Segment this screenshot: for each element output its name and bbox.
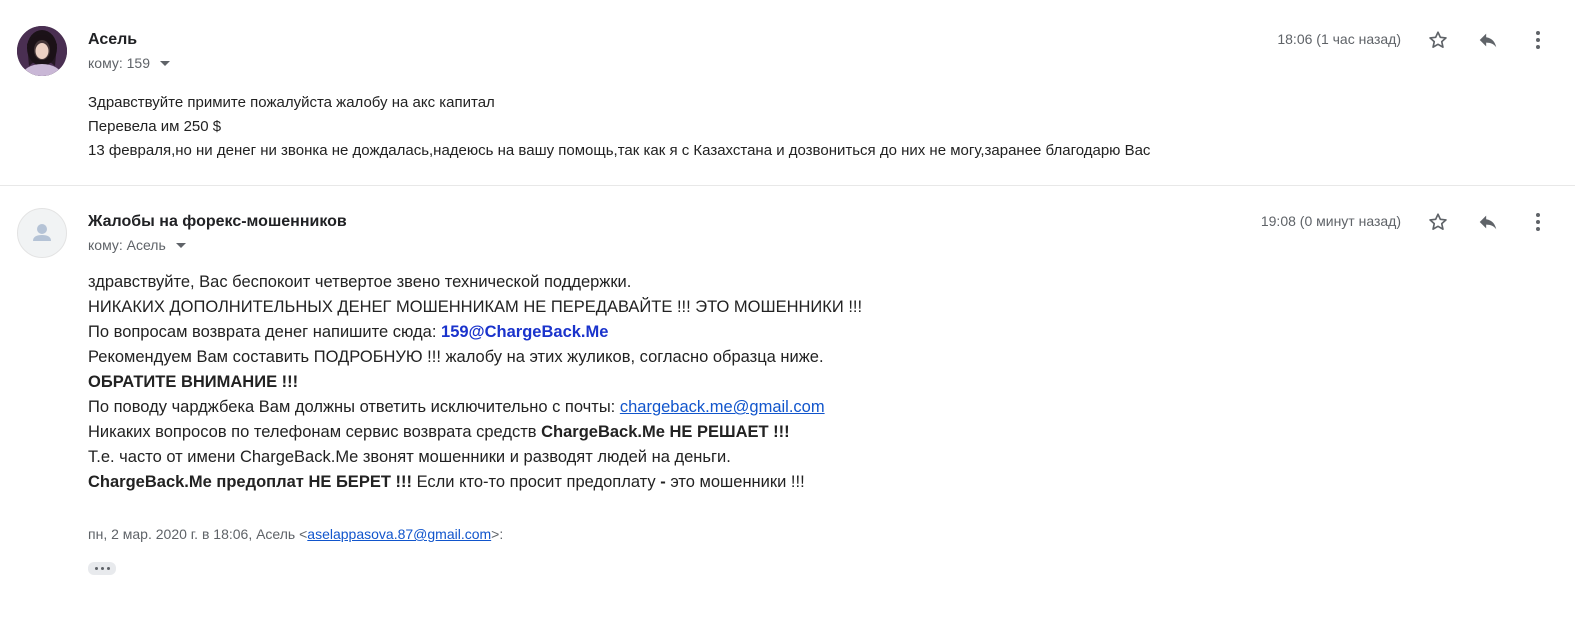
show-trimmed-content-icon[interactable] — [88, 562, 116, 575]
sender-name[interactable]: Жалобы на форекс-мошенников — [88, 213, 347, 231]
message-time: 18:06 (1 час назад) — [1277, 31, 1401, 47]
recipient-details[interactable]: кому: Асель — [88, 237, 186, 253]
avatar-photo-icon — [17, 26, 67, 76]
reply-icon[interactable] — [1476, 28, 1500, 52]
star-icon[interactable] — [1426, 210, 1450, 234]
sender-avatar[interactable] — [17, 26, 67, 76]
default-person-icon — [33, 224, 51, 241]
chargeback-email-link[interactable]: chargeback.me@gmail.com — [620, 398, 825, 416]
more-vert-icon[interactable] — [1526, 28, 1550, 52]
recipient-label: кому: 159 — [88, 55, 150, 71]
body-text: Если кто-то просит предоплату — [411, 473, 661, 491]
chevron-down-icon[interactable] — [160, 60, 170, 66]
body-line: Никаких вопросов по телефонам сервис воз… — [88, 420, 862, 445]
quote-suffix: >: — [491, 526, 504, 542]
message-body: Здравствуйте примите пожалуйста жалобу н… — [88, 91, 1150, 163]
dot — [100, 567, 104, 570]
body-bold-text: ChargeBack.Me НЕ РЕШАЕТ !!! — [541, 423, 790, 441]
reply-icon[interactable] — [1476, 210, 1500, 234]
star-icon[interactable] — [1426, 28, 1450, 52]
body-line: По поводу чарджбека Вам должны ответить … — [88, 395, 862, 420]
chevron-down-icon[interactable] — [175, 242, 186, 248]
body-line: Здравствуйте примите пожалуйста жалобу н… — [88, 94, 495, 111]
body-text: По вопросам возврата денег напишите сюда… — [88, 323, 442, 341]
body-line: По вопросам возврата денег напишите сюда… — [88, 320, 862, 345]
recipient-details[interactable]: кому: 159 — [88, 55, 170, 71]
body-line: НИКАКИХ ДОПОЛНИТЕЛЬНЫХ ДЕНЕГ МОШЕННИКАМ … — [88, 298, 863, 316]
quoted-header: пн, 2 мар. 2020 г. в 18:06, Асель <asela… — [88, 526, 503, 542]
dot — [94, 567, 98, 570]
body-line: Перевела им 250 $ — [88, 118, 222, 135]
sender-avatar[interactable] — [17, 208, 67, 258]
sender-name[interactable]: Асель — [88, 31, 137, 49]
body-bold-text: ChargeBack.Me предоплат НЕ БЕРЕТ !!! — [88, 473, 412, 491]
more-vert-icon[interactable] — [1526, 210, 1550, 234]
body-text: это мошенники !!! — [665, 473, 805, 491]
body-text: По поводу чарджбека Вам должны ответить … — [88, 398, 620, 416]
message-1: Асель кому: 159 18:06 (1 час назад) Здра… — [0, 0, 1575, 186]
quote-email-link[interactable]: aselappasova.87@gmail.com — [307, 526, 491, 542]
recipient-label: кому: Асель — [88, 237, 166, 253]
message-time: 19:08 (0 минут назад) — [1260, 213, 1401, 229]
body-line: 13 февраля,но ни денег ни звонка не дожд… — [88, 142, 1151, 159]
body-line: Т.е. часто от имени ChargeBack.Me звонят… — [88, 448, 731, 466]
dot — [106, 567, 110, 570]
body-line: Рекомендуем Вам составить ПОДРОБНУЮ !!! … — [88, 348, 824, 366]
support-email[interactable]: 159@ChargeBack.Me — [441, 323, 608, 341]
body-line: здравствуйте, Вас беспокоит четвертое зв… — [88, 273, 632, 291]
body-line: ОБРАТИТЕ ВНИМАНИЕ !!! — [88, 373, 299, 391]
message-body: здравствуйте, Вас беспокоит четвертое зв… — [88, 270, 862, 495]
body-text: Никаких вопросов по телефонам сервис воз… — [88, 423, 542, 441]
quote-prefix: пн, 2 мар. 2020 г. в 18:06, Асель < — [88, 526, 308, 542]
body-line: ChargeBack.Me предоплат НЕ БЕРЕТ !!! Есл… — [88, 470, 862, 495]
